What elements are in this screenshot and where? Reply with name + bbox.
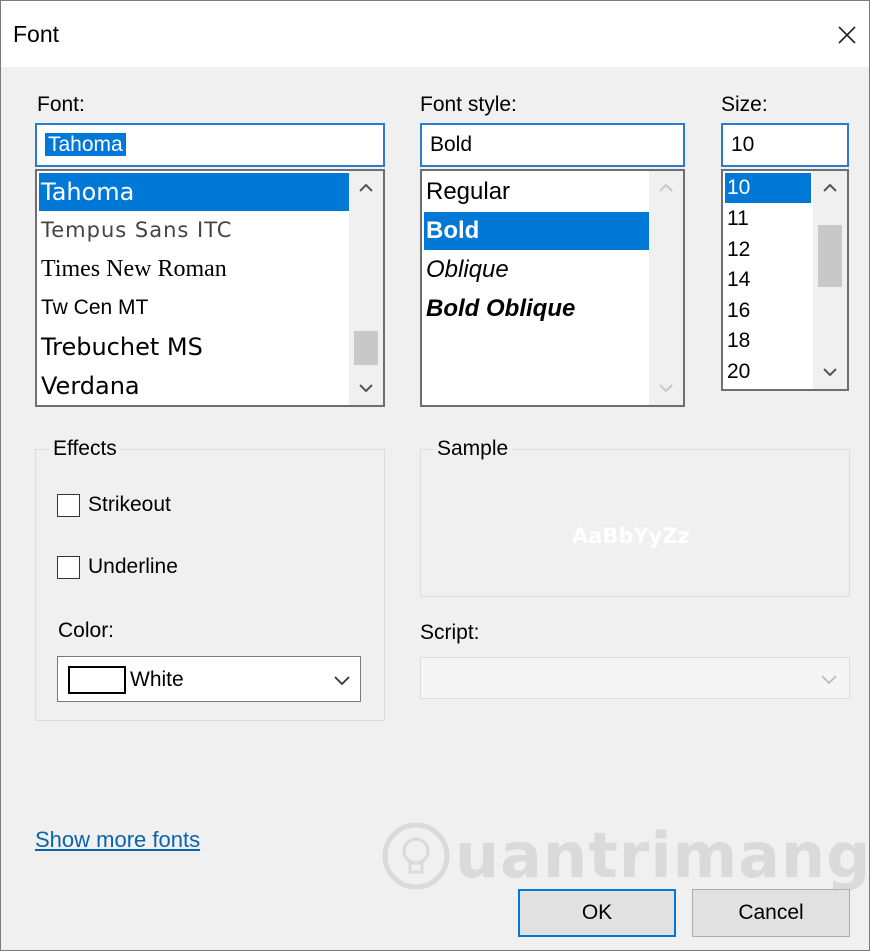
font-list[interactable]: Tahoma Tempus Sans ITC Times New Roman T… [35,169,385,407]
underline-checkbox[interactable]: Underline [57,555,178,579]
size-item[interactable]: 12 [725,235,750,265]
size-item[interactable]: 20 [725,357,750,387]
font-list-item[interactable]: Tempus Sans ITC [39,211,232,249]
font-name-input[interactable]: Tahoma [35,123,385,167]
scroll-down-button[interactable] [349,373,383,403]
font-list-item[interactable]: Tahoma [39,173,349,211]
font-name-value: Tahoma [45,133,126,156]
scroll-down-button[interactable] [813,357,847,387]
size-value: 10 [731,133,755,156]
font-style-label: Font style: [420,93,517,116]
cancel-label: Cancel [738,901,804,924]
scroll-thumb[interactable] [818,225,842,287]
font-dialog: Font Font: Tahoma Tahoma Tempus Sans ITC… [0,0,870,951]
chevron-down-icon [821,675,837,685]
size-label: Size: [721,93,768,116]
size-item[interactable]: 11 [725,204,749,234]
strikeout-checkbox[interactable]: Strikeout [57,493,171,517]
script-label: Script: [420,621,480,644]
size-list[interactable]: 10 11 12 14 16 18 20 [721,169,849,391]
font-style-item[interactable]: Oblique [424,251,509,289]
font-list-scrollbar[interactable] [349,171,383,405]
chevron-up-icon [659,183,673,192]
lightbulb-icon [382,822,450,889]
font-label: Font: [37,93,85,116]
scroll-up-button[interactable] [349,173,383,203]
size-item[interactable]: 16 [725,296,750,326]
chevron-up-icon [823,183,837,192]
font-style-list[interactable]: Regular Bold Oblique Bold Oblique [420,169,685,407]
font-list-item[interactable]: Verdana [39,367,140,405]
chevron-down-icon [334,676,350,686]
font-style-value: Bold [430,133,473,156]
size-input[interactable]: 10 [721,123,849,167]
sample-text: AaBbYyZz [572,524,690,548]
watermark: uantrimang [381,819,870,892]
cancel-button[interactable]: Cancel [692,889,850,937]
size-item[interactable]: 14 [725,265,750,295]
size-item[interactable]: 18 [725,326,750,356]
sample-group [420,449,850,597]
dialog-title: Font [13,21,60,47]
close-icon [838,26,856,44]
size-list-scrollbar[interactable] [813,171,847,389]
chevron-down-icon [359,384,373,393]
size-item[interactable]: 10 [725,173,811,203]
watermark-text: uantrimang [455,819,870,892]
font-style-scrollbar[interactable] [649,171,683,405]
font-style-item[interactable]: Bold [424,212,649,250]
script-select[interactable] [420,657,850,699]
font-style-item[interactable]: Regular [424,173,510,211]
font-list-item[interactable]: Times New Roman [39,250,227,288]
sample-title: Sample [433,437,513,461]
strikeout-label: Strikeout [88,493,171,516]
chevron-up-icon [359,183,373,192]
underline-box[interactable] [57,555,80,579]
chevron-down-icon [659,384,673,393]
font-list-item[interactable]: Tw Cen MT [39,289,148,327]
scroll-thumb[interactable] [354,331,378,365]
scroll-up-button[interactable] [813,173,847,203]
color-swatch [68,666,126,694]
ok-label: OK [581,901,613,924]
font-style-item[interactable]: Bold Oblique [424,290,575,328]
close-button[interactable] [827,15,867,55]
scroll-down-button[interactable] [649,373,683,403]
ok-button[interactable]: OK [518,889,676,937]
chevron-down-icon [823,368,837,377]
show-more-fonts-link[interactable]: Show more fonts [35,827,200,853]
font-style-input[interactable]: Bold [420,123,685,167]
title-bar: Font [1,1,869,67]
color-value: White [130,668,184,691]
font-list-item[interactable]: Trebuchet MS [39,328,203,366]
underline-label: Underline [88,555,178,578]
scroll-up-button[interactable] [649,173,683,203]
effects-title: Effects [49,437,121,461]
color-select[interactable]: White [57,656,361,702]
color-label: Color: [58,619,115,642]
strikeout-box[interactable] [57,493,80,517]
